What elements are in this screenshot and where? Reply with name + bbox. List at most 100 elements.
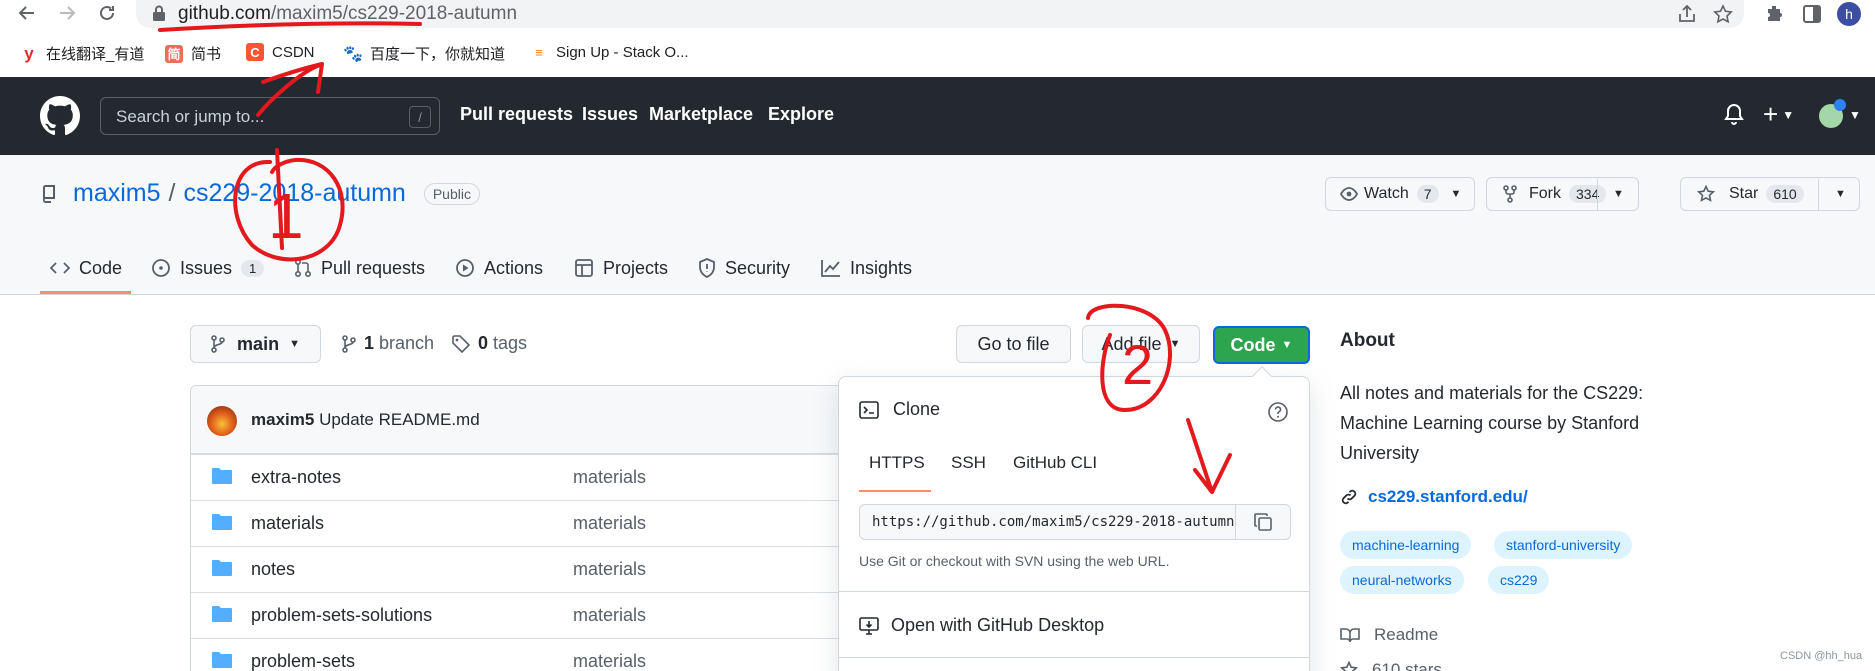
clone-url-input[interactable]: https://github.com/maxim5/cs229-2018-aut… — [859, 504, 1236, 540]
caret-down-icon[interactable]: ▼ — [1835, 188, 1846, 200]
clone-tab-ssh[interactable]: SSH — [951, 453, 986, 473]
bookmarks-bar: y 在线翻译_有道 简 简书 C CSDN 🐾 百度一下，你就知道 ≡ Sign… — [0, 40, 1875, 70]
file-commit-message[interactable]: materials — [573, 467, 646, 488]
topic-tag[interactable]: cs229 — [1488, 566, 1550, 594]
bookmark-csdn[interactable]: C CSDN — [246, 43, 315, 61]
book-icon — [1340, 628, 1360, 643]
file-name[interactable]: materials — [251, 513, 324, 534]
github-logo-icon[interactable] — [40, 96, 80, 136]
branch-word: branch — [379, 333, 435, 353]
folder-icon — [212, 606, 232, 622]
star-label: Star — [1729, 185, 1759, 202]
tab-code[interactable]: Code — [50, 253, 122, 283]
topic-tag[interactable]: neural-networks — [1340, 566, 1464, 594]
nav-marketplace[interactable]: Marketplace — [649, 104, 753, 125]
go-to-file-button[interactable]: Go to file — [956, 325, 1071, 363]
share-icon[interactable] — [1676, 3, 1698, 25]
create-new-button[interactable]: + ▼ — [1763, 99, 1794, 130]
address-bar[interactable]: github.com/maxim5/cs229-2018-autumn — [136, 0, 1744, 28]
add-file-label: Add file — [1101, 333, 1162, 354]
commit-message[interactable]: Update README.md — [319, 410, 480, 429]
tags-link[interactable]: 0 tags — [452, 333, 527, 354]
back-button[interactable] — [14, 0, 40, 26]
open-with-desktop-button[interactable]: Open with GitHub Desktop — [859, 615, 1104, 636]
table-row[interactable]: materials materials — [191, 500, 889, 546]
forward-button[interactable] — [54, 0, 80, 26]
file-commit-message[interactable]: materials — [573, 513, 646, 534]
file-name[interactable]: problem-sets — [251, 651, 355, 671]
desktop-download-icon — [859, 616, 879, 635]
github-header: Search or jump to... / Pull requests Iss… — [0, 77, 1875, 155]
extensions-icon[interactable] — [1763, 2, 1787, 26]
side-panel-icon[interactable] — [1800, 2, 1824, 26]
branch-select-button[interactable]: main ▼ — [190, 325, 321, 363]
file-commit-message[interactable]: materials — [573, 559, 646, 580]
avatar[interactable] — [207, 406, 237, 436]
clone-tab-https[interactable]: HTTPS — [869, 453, 925, 473]
table-row[interactable]: problem-sets materials — [191, 638, 889, 671]
topic-tag[interactable]: machine-learning — [1340, 531, 1472, 559]
nav-issues[interactable]: Issues — [582, 104, 638, 125]
tab-issues[interactable]: Issues 1 — [151, 253, 265, 283]
repo-name-link[interactable]: cs229-2018-autumn — [183, 179, 405, 208]
caret-down-icon: ▼ — [1169, 338, 1181, 350]
tab-security[interactable]: Security — [698, 253, 790, 283]
caret-down-icon[interactable]: ▼ — [1613, 188, 1624, 200]
topic-tag[interactable]: stanford-university — [1494, 531, 1633, 559]
stackoverflow-icon: ≡ — [535, 44, 543, 60]
tag-count-text: 0 tags — [478, 333, 527, 354]
browser-toolbar: github.com/maxim5/cs229-2018-autumn h — [0, 0, 1875, 28]
table-row[interactable]: extra-notes materials — [191, 454, 889, 500]
repo-icon — [43, 184, 55, 203]
help-icon[interactable] — [1267, 401, 1289, 423]
bell-icon[interactable] — [1724, 103, 1744, 125]
copy-url-button[interactable] — [1235, 504, 1291, 540]
search-shortcut-key: / — [409, 106, 431, 128]
code-button[interactable]: Code ▼ — [1213, 326, 1310, 364]
add-file-button[interactable]: Add file ▼ — [1082, 325, 1200, 363]
star-button[interactable]: Star 610 ▼ — [1680, 177, 1860, 211]
arrow-left-icon — [18, 6, 34, 20]
tab-projects[interactable]: Projects — [574, 253, 668, 283]
file-name[interactable]: problem-sets-solutions — [251, 605, 432, 626]
tab-actions[interactable]: Actions — [455, 253, 543, 283]
file-name[interactable]: extra-notes — [251, 467, 341, 488]
file-commit-message[interactable]: materials — [573, 605, 646, 626]
bookmark-star-icon[interactable] — [1712, 3, 1734, 25]
search-input[interactable]: Search or jump to... / — [100, 97, 440, 135]
file-commit-message[interactable]: materials — [573, 651, 646, 671]
readme-link[interactable]: Readme — [1340, 625, 1438, 645]
repo-header — [0, 155, 1875, 295]
tab-pull-requests[interactable]: Pull requests — [294, 253, 425, 283]
browser-profile-avatar[interactable]: h — [1837, 2, 1861, 26]
table-row[interactable]: problem-sets-solutions materials — [191, 592, 889, 638]
tab-label: Pull requests — [321, 257, 426, 278]
open-desktop-label: Open with GitHub Desktop — [891, 615, 1105, 635]
homepage-link[interactable]: cs229.stanford.edu/ — [1340, 487, 1528, 507]
repo-owner-link[interactable]: maxim5 — [73, 179, 161, 208]
branches-link[interactable]: 1 branch — [342, 333, 434, 354]
commit-author[interactable]: maxim5 — [251, 410, 314, 429]
watch-button[interactable]: Watch 7 ▼ — [1325, 177, 1475, 211]
bookmark-baidu[interactable]: 🐾 百度一下，你就知道 — [343, 43, 505, 64]
clone-tab-github-cli[interactable]: GitHub CLI — [1013, 453, 1097, 473]
nav-pull-requests[interactable]: Pull requests — [460, 104, 573, 125]
reload-button[interactable] — [94, 0, 120, 26]
folder-icon — [212, 468, 232, 484]
file-name[interactable]: notes — [251, 559, 295, 580]
table-row[interactable]: notes materials — [191, 546, 889, 592]
nav-explore[interactable]: Explore — [768, 104, 834, 125]
divider — [839, 657, 1309, 658]
fork-button[interactable]: Fork 334 ▼ — [1486, 177, 1639, 211]
bookmark-youdao[interactable]: y 在线翻译_有道 — [20, 43, 144, 64]
issues-count: 1 — [241, 259, 265, 277]
bookmark-jianshu[interactable]: 简 简书 — [165, 43, 221, 64]
bookmark-stackoverflow[interactable]: ≡ Sign Up - Stack O... — [530, 43, 689, 61]
pull-request-icon — [294, 258, 312, 278]
folder-icon — [212, 652, 232, 668]
tab-insights[interactable]: Insights — [821, 253, 912, 283]
bookmark-label: Sign Up - Stack O... — [556, 43, 689, 61]
watch-label: Watch — [1364, 185, 1409, 202]
stars-link[interactable]: 610 stars — [1340, 660, 1442, 671]
clone-hint: Use Git or checkout with SVN using the w… — [859, 553, 1170, 569]
